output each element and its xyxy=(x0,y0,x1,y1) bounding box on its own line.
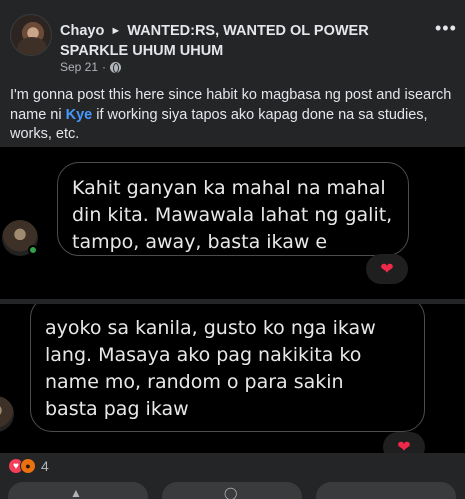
globe-icon xyxy=(110,61,122,73)
chat-line: basta pag ikaw xyxy=(45,398,189,420)
post-author-line: Chayo ► WANTED:RS, WANTED OL POWER SPARK… xyxy=(60,22,390,61)
comment-button[interactable]: ◯ xyxy=(162,482,302,499)
group-name[interactable]: WANTED:RS, WANTED OL POWER SPARKLE UHUM … xyxy=(60,23,369,59)
reactions-summary[interactable]: ♥ ● 4 xyxy=(8,458,49,474)
angry-icon: ● xyxy=(20,458,36,474)
heart-reaction-icon: ❤ xyxy=(366,254,408,284)
arrow-right-icon: ► xyxy=(110,25,122,37)
caption-mention[interactable]: Kye xyxy=(66,107,93,123)
author-name[interactable]: Chayo xyxy=(60,23,104,39)
chat-line: name mo, random o para sakin xyxy=(45,371,344,393)
separator-dot: · xyxy=(102,60,107,74)
more-horizontal-icon[interactable]: ••• xyxy=(435,19,456,37)
like-icon: ▲ xyxy=(70,486,82,499)
chat-line: tampo, away, basta ikaw e xyxy=(72,231,328,253)
chat-line: lang. Masaya ako pag nakikita ko xyxy=(45,344,362,366)
share-button[interactable] xyxy=(316,482,456,499)
post-header: Chayo ► WANTED:RS, WANTED OL POWER SPARK… xyxy=(0,0,465,80)
author-avatar[interactable] xyxy=(10,14,52,56)
post-date[interactable]: Sep 21 xyxy=(60,60,98,74)
chat-line: din kita. Mawawala lahat ng galit, xyxy=(72,204,393,226)
post-image-1[interactable]: Kahit ganyan ka mahal na mahal din kita.… xyxy=(0,147,465,299)
post-actions: ▲ ◯ xyxy=(0,482,465,499)
chat-bubble: Kahit ganyan ka mahal na mahal din kita.… xyxy=(57,162,409,256)
chat-line: Kahit ganyan ka mahal na mahal xyxy=(72,177,386,199)
post-image-2[interactable]: ayoko sa kanila, gusto ko nga ikaw lang.… xyxy=(0,304,465,453)
like-button[interactable]: ▲ xyxy=(8,482,148,499)
post-meta: Sep 21 · xyxy=(60,60,122,74)
chat-sender-avatar xyxy=(0,396,14,432)
online-status-icon xyxy=(28,245,38,255)
chat-bubble: ayoko sa kanila, gusto ko nga ikaw lang.… xyxy=(30,304,425,432)
chat-line: ayoko sa kanila, gusto ko nga ikaw xyxy=(45,317,376,339)
heart-reaction-icon: ❤ xyxy=(383,432,425,453)
reaction-count: 4 xyxy=(41,458,49,474)
comment-icon: ◯ xyxy=(224,486,238,499)
post-caption: I'm gonna post this here since habit ko … xyxy=(10,86,458,145)
